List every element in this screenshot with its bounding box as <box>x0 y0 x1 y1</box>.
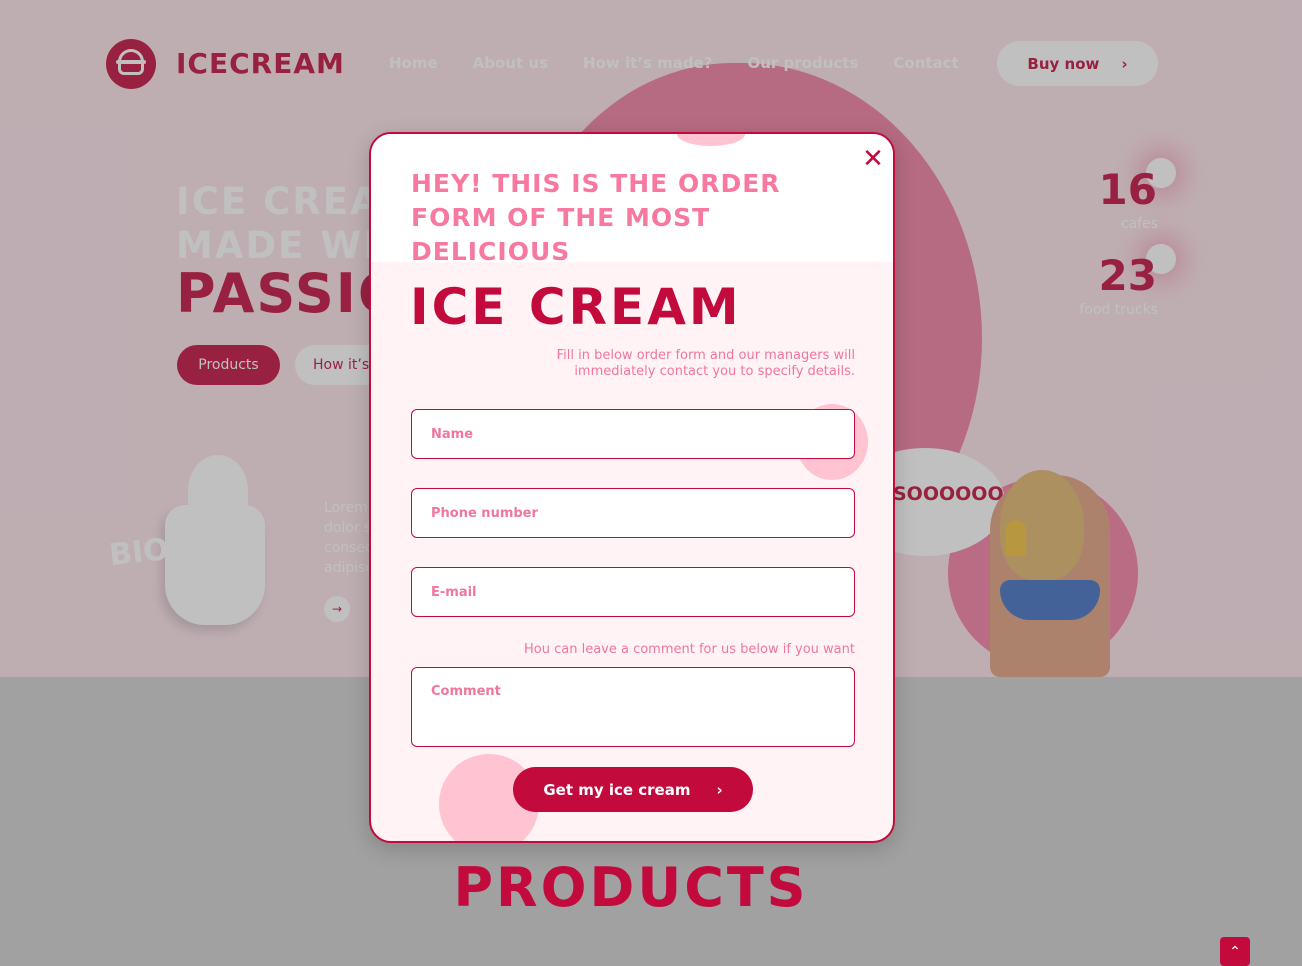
get-my-ice-cream-button[interactable]: Get my ice cream › <box>513 767 753 812</box>
chevron-up-icon: ⌃ <box>1229 943 1241 960</box>
submit-label: Get my ice cream <box>543 780 691 799</box>
email-field[interactable] <box>411 567 855 617</box>
scroll-to-top-button[interactable]: ⌃ <box>1220 937 1250 966</box>
chevron-right-icon: › <box>716 780 723 799</box>
modal-title: ICE CREAM <box>410 278 742 336</box>
phone-field[interactable] <box>411 488 855 538</box>
close-icon[interactable]: ✕ <box>860 146 886 172</box>
modal-description: Fill in below order form and our manager… <box>556 348 855 379</box>
products-heading: PRODUCTS <box>453 856 809 919</box>
comment-note: Hou can leave a comment for us below if … <box>524 642 855 657</box>
order-form-modal: ✕ HEY! THIS IS THE ORDER FORM OF THE MOS… <box>369 132 895 843</box>
name-field[interactable] <box>411 409 855 459</box>
comment-field[interactable] <box>411 667 855 747</box>
modal-heading: HEY! THIS IS THE ORDER FORM OF THE MOST … <box>411 169 781 266</box>
